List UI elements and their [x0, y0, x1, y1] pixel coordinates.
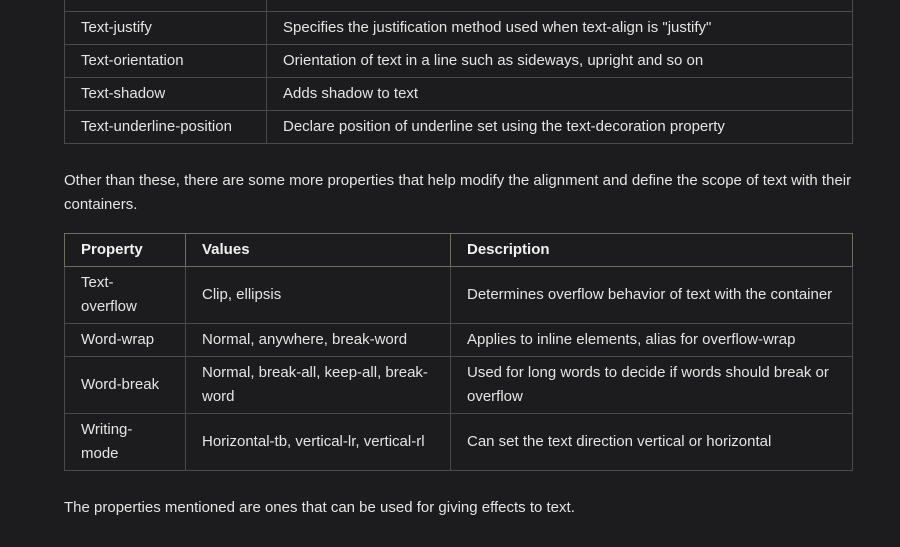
table-row: Writing-mode Horizontal-tb, vertical-lr,… — [64, 413, 853, 471]
description-cell: Applies to inline elements, alias for ov… — [450, 323, 853, 357]
table-row: Text-overflow Clip, ellipsis Determines … — [64, 266, 853, 324]
description-cell: Adds shadow to text — [266, 77, 853, 111]
text-properties-table: Text-justify Specifies the justification… — [64, 0, 853, 144]
table-row: Word-break Normal, break-all, keep-all, … — [64, 356, 853, 414]
property-cell: Writing-mode — [64, 413, 186, 471]
values-cell: Clip, ellipsis — [185, 266, 451, 324]
description-cell: Specifies the justification method used … — [266, 11, 853, 45]
property-cell: Text-shadow — [64, 77, 267, 111]
table-row: Text-orientation Orientation of text in … — [64, 44, 853, 78]
values-cell: Horizontal-tb, vertical-lr, vertical-rl — [185, 413, 451, 471]
column-header-property: Property — [64, 233, 186, 267]
table-cell — [266, 0, 853, 12]
table-row: Text-justify Specifies the justification… — [64, 11, 853, 45]
table-row: Text-underline-position Declare position… — [64, 110, 853, 144]
table-cell — [64, 0, 267, 12]
table-row — [64, 0, 853, 12]
description-cell: Orientation of text in a line such as si… — [266, 44, 853, 78]
values-cell: Normal, anywhere, break-word — [185, 323, 451, 357]
property-cell: Word-break — [64, 356, 186, 414]
property-cell: Text-orientation — [64, 44, 267, 78]
property-cell: Text-overflow — [64, 266, 186, 324]
property-cell: Text-justify — [64, 11, 267, 45]
column-header-description: Description — [450, 233, 853, 267]
alignment-properties-table: Property Values Description Text-overflo… — [64, 233, 853, 471]
table-row: Word-wrap Normal, anywhere, break-word A… — [64, 323, 853, 357]
description-cell: Can set the text direction vertical or h… — [450, 413, 853, 471]
intro-paragraph: Other than these, there are some more pr… — [64, 172, 852, 213]
description-cell: Declare position of underline set using … — [266, 110, 853, 144]
values-cell: Normal, break-all, keep-all, break-word — [185, 356, 451, 414]
property-cell: Word-wrap — [64, 323, 186, 357]
description-cell: Determines overflow behavior of text wit… — [450, 266, 853, 324]
table-header-row: Property Values Description — [64, 233, 853, 267]
property-cell: Text-underline-position — [64, 110, 267, 144]
description-cell: Used for long words to decide if words s… — [450, 356, 853, 414]
closing-paragraph: The properties mentioned are ones that c… — [64, 499, 575, 516]
table-row: Text-shadow Adds shadow to text — [64, 77, 853, 111]
column-header-values: Values — [185, 233, 451, 267]
article-content: Text-justify Specifies the justification… — [0, 0, 900, 524]
